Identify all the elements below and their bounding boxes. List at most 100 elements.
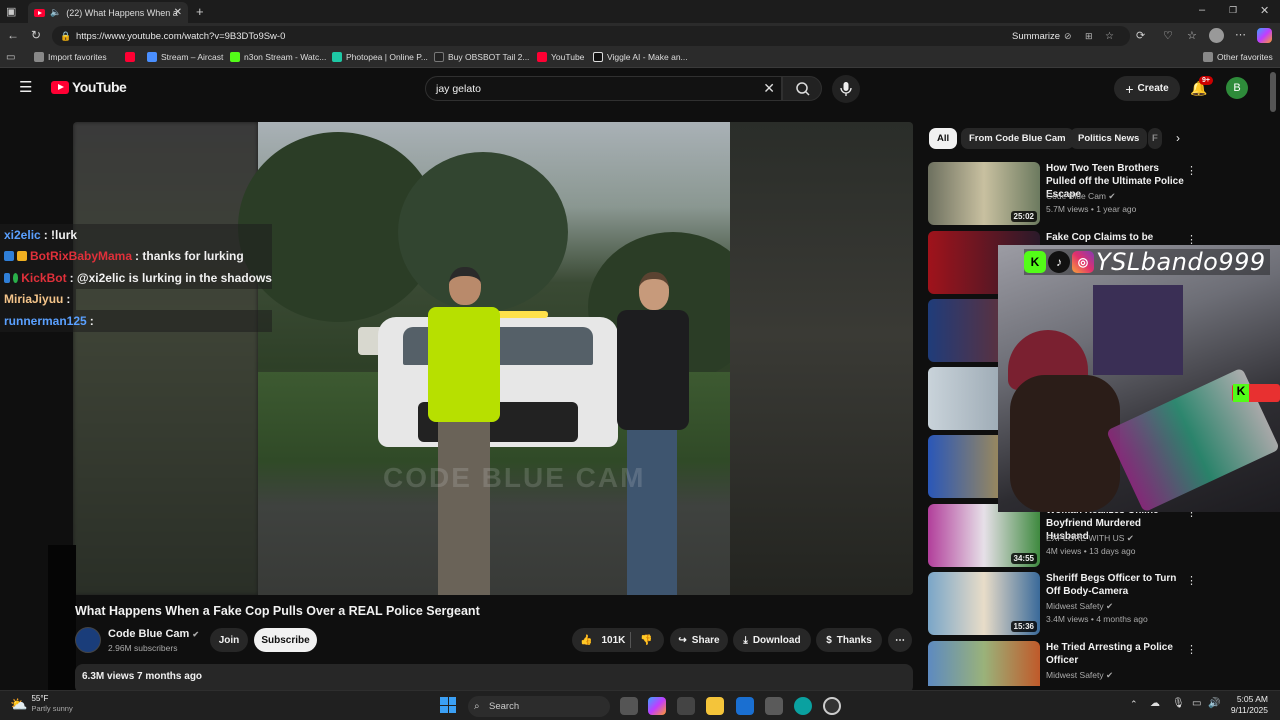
restore-icon[interactable]: ❐ [1229, 5, 1237, 16]
back-arrow-icon[interactable]: ← [7, 28, 19, 42]
download-button[interactable]: ⤓ Download [733, 628, 811, 652]
browser-essentials-icon[interactable]: ♡ [1163, 29, 1173, 42]
extensions-icon[interactable]: ⟳ [1136, 29, 1145, 42]
recommendation-channel[interactable]: Code Blue Cam ✔ [1046, 191, 1116, 202]
show-hidden-icons-icon[interactable]: ⌃ [1130, 699, 1138, 710]
video-thumbnail[interactable]: 15:36 [928, 572, 1040, 635]
outlook-icon[interactable] [736, 697, 754, 715]
hamburger-menu-icon[interactable]: ☰ [19, 78, 32, 96]
favorites-icon[interactable]: ☆ [1187, 29, 1197, 42]
summarize-button[interactable]: Summarize [1012, 31, 1060, 42]
url-text: https://www.youtube.com/watch?v=9B3DTo9S… [76, 30, 286, 42]
chat-username: xi2elic [4, 227, 41, 242]
more-vert-icon[interactable]: ⋮ [1186, 574, 1197, 587]
copilot-taskbar-icon[interactable] [648, 697, 666, 715]
chip-politics-news[interactable]: Politics News [1070, 128, 1148, 149]
bookmark-viggle[interactable]: Viggle AI - Make an... [593, 52, 688, 62]
youtube-header: ☰ YouTube jay gelato ✕ + Create 🔔 9+ B [0, 68, 1280, 108]
system-clock[interactable]: 5:05 AM 9/11/2025 [1222, 694, 1268, 716]
recommendation-channel[interactable]: Midwest Safety ✔ [1046, 670, 1113, 681]
chip-partial[interactable]: F [1148, 128, 1162, 149]
more-actions-button[interactable]: ⋯ [888, 628, 912, 652]
tab-close-icon[interactable]: ✕ [174, 7, 182, 18]
recommendation-channel[interactable]: Midwest Safety ✔ [1046, 601, 1113, 612]
taskbar-search[interactable]: ⌕ Search [468, 696, 610, 717]
download-icon: ⤓ [743, 634, 748, 646]
recommendation-item[interactable]: He Tried Arresting a Police Officer Midw… [928, 641, 1258, 686]
chat-text: : @xi2elic is lurking in the shadows [69, 270, 272, 285]
recommendation-channel[interactable]: EXPLORE WITH US ✔ [1046, 533, 1134, 544]
recommendation-title[interactable]: Sheriff Begs Officer to Turn Off Body-Ca… [1046, 572, 1186, 598]
thumbs-down-icon[interactable]: 👎 [640, 635, 652, 646]
microphone-icon [840, 82, 852, 96]
refresh-icon[interactable]: ↻ [31, 28, 41, 42]
recommendation-title[interactable]: He Tried Arresting a Police Officer [1046, 641, 1186, 667]
voice-search-button[interactable] [832, 75, 860, 103]
volume-icon[interactable]: 🔊 [1208, 698, 1220, 709]
bookmark-obsbot[interactable]: Buy OBSBOT Tail 2... [434, 52, 529, 62]
join-button[interactable]: Join [210, 628, 248, 652]
favorite-star-icon[interactable]: ☆ [1105, 31, 1114, 42]
minimize-icon[interactable]: – [1199, 4, 1205, 16]
clear-search-icon[interactable]: ✕ [763, 80, 775, 97]
start-button[interactable] [440, 697, 456, 713]
new-tab-icon[interactable]: + [196, 4, 204, 19]
url-field[interactable]: 🔒 https://www.youtube.com/watch?v=9B3DTo… [52, 26, 1130, 46]
weather-widget[interactable]: ⛅ 55°F Partly sunny [10, 694, 73, 714]
notifications-button[interactable]: 🔔 9+ [1190, 76, 1213, 98]
read-aloud-icon[interactable]: ⊘ [1064, 31, 1072, 42]
more-menu-icon[interactable]: ⋯ [1235, 28, 1246, 41]
window-close-icon[interactable]: ✕ [1260, 4, 1269, 17]
microphone-icon[interactable]: 🎙 [1172, 698, 1185, 709]
thumbs-up-icon[interactable]: 👍 [580, 635, 592, 646]
verified-check-icon: ✔ [1106, 601, 1114, 611]
network-icon[interactable]: ▭ [1192, 698, 1201, 709]
subscribe-button[interactable]: Subscribe [254, 628, 317, 652]
speaker-icon[interactable]: 🔈 [50, 7, 61, 18]
app-icon[interactable] [765, 697, 783, 715]
verified-check-icon: ✔ [1126, 533, 1134, 543]
obs-icon[interactable] [823, 697, 841, 715]
workspaces-icon[interactable]: ▣ [6, 5, 16, 18]
file-explorer-icon[interactable] [706, 697, 724, 715]
chip-from-channel[interactable]: From Code Blue Cam [961, 128, 1074, 149]
chip-all[interactable]: All [929, 128, 958, 149]
copilot-icon[interactable] [1257, 28, 1272, 43]
onedrive-icon[interactable]: ☁ [1150, 698, 1160, 709]
profile-icon[interactable] [1209, 28, 1224, 43]
channel-name[interactable]: Code Blue Cam ✔ [108, 628, 199, 640]
bookmark-photopea[interactable]: Photopea | Online P... [332, 52, 428, 62]
like-count[interactable]: 101K [601, 635, 625, 646]
account-avatar[interactable]: B [1226, 77, 1248, 99]
browser-tab-active[interactable]: 🔈 (22) What Happens When a ✕ [28, 2, 188, 23]
bookmark-other-favorites[interactable]: Other favorites [1203, 52, 1273, 62]
bookmark-import-favorites[interactable]: Import favorites [34, 52, 107, 62]
recommendation-item[interactable]: 15:36 Sheriff Begs Officer to Turn Off B… [928, 572, 1258, 636]
edge-icon[interactable] [794, 697, 812, 715]
bookmark-youtube[interactable]: YouTube [537, 52, 584, 62]
apps-icon[interactable]: ⊞ [1085, 31, 1093, 42]
video-thumbnail[interactable]: 25:02 [928, 162, 1040, 225]
youtube-logo[interactable]: YouTube [51, 79, 127, 95]
recommendation-item[interactable]: 34:55 Woman Realizes Online Boyfriend Mu… [928, 504, 1258, 568]
sidebar-toggle-icon[interactable]: ▭ [6, 52, 15, 63]
share-button[interactable]: ↪ Share [670, 628, 728, 652]
bookmark-n3on[interactable]: n3on Stream - Watc... [230, 52, 326, 62]
recommendation-item[interactable]: 25:02 How Two Teen Brothers Pulled off t… [928, 162, 1258, 226]
search-button[interactable] [782, 76, 822, 101]
create-button[interactable]: + Create [1114, 76, 1180, 101]
scrollbar-thumb[interactable] [1270, 72, 1276, 112]
store-icon[interactable] [677, 697, 695, 715]
more-vert-icon[interactable]: ⋮ [1186, 643, 1197, 656]
video-thumbnail[interactable] [928, 641, 1040, 686]
chevron-right-icon[interactable]: › [1176, 131, 1180, 145]
more-vert-icon[interactable]: ⋮ [1186, 164, 1197, 177]
bookmark-yt-red[interactable] [125, 52, 135, 62]
thanks-button[interactable]: $ Thanks [816, 628, 882, 652]
video-player[interactable]: CODE BLUE CAM [73, 122, 913, 595]
search-input[interactable]: jay gelato ✕ [425, 76, 782, 101]
video-thumbnail[interactable]: 34:55 [928, 504, 1040, 567]
task-view-icon[interactable] [620, 697, 638, 715]
channel-avatar[interactable] [75, 627, 101, 653]
bookmark-aircast[interactable]: Stream – Aircast [147, 52, 223, 62]
